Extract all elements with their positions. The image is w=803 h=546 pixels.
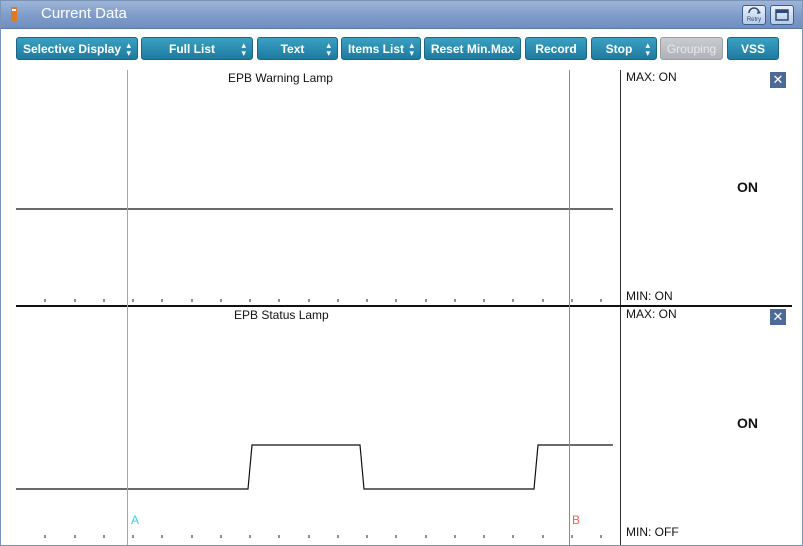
- close-panel-button[interactable]: ✕: [770, 309, 786, 325]
- toolbar: Selective Display ▴ ▾ Full List ▴ ▾ Text ▴ ▾ I…: [1, 29, 802, 69]
- selective-display-button[interactable]: Selective Display ▴ ▾: [16, 37, 138, 60]
- retry-button[interactable]: Retry: [742, 5, 766, 25]
- value-side-panel: MAX: ON ON MIN: OFF ✕: [621, 307, 792, 545]
- min-label: MIN: ON: [626, 289, 673, 303]
- current-data-window: Current Data Retry Selective Display ▴ ▾ F…: [0, 0, 803, 546]
- signal-trace: [16, 444, 613, 490]
- record-button[interactable]: Record: [525, 37, 587, 60]
- time-ticks: [44, 299, 602, 302]
- max-label: MAX: ON: [626, 307, 677, 321]
- grouping-button[interactable]: Grouping: [660, 37, 723, 60]
- stop-button[interactable]: Stop ▴ ▾: [591, 37, 657, 60]
- current-value: ON: [737, 179, 758, 195]
- window-title: Current Data: [41, 5, 127, 22]
- app-icon: [11, 7, 17, 21]
- cursor-b-label: B: [572, 513, 581, 527]
- full-list-button[interactable]: Full List ▴ ▾: [141, 37, 253, 60]
- waveform-plot: [16, 208, 613, 302]
- maximize-button[interactable]: [770, 5, 794, 25]
- vss-button[interactable]: VSS: [727, 37, 779, 60]
- value-side-panel: MAX: ON ON MIN: ON ✕: [621, 70, 792, 305]
- retry-icon: Retry: [747, 7, 761, 23]
- max-label: MAX: ON: [626, 70, 677, 84]
- reset-min-max-button[interactable]: Reset Min.Max: [424, 37, 521, 60]
- updown-icon: ▴ ▾: [326, 40, 331, 58]
- waveform-plot: [16, 444, 613, 538]
- close-icon: ✕: [772, 72, 784, 87]
- graph-area: EPB Status Lamp: [16, 307, 621, 545]
- maximize-icon: [775, 9, 789, 21]
- cursor-a-line[interactable]: [127, 70, 128, 545]
- graph-panel-epb-status-lamp: EPB Status Lamp MAX: ON ON MIN: OFF ✕: [16, 307, 792, 545]
- text-mode-button[interactable]: Text ▴ ▾: [257, 37, 338, 60]
- time-ticks: [44, 535, 602, 538]
- updown-icon: ▴ ▾: [241, 40, 246, 58]
- close-panel-button[interactable]: ✕: [770, 72, 786, 88]
- updown-icon: ▴ ▾: [409, 40, 414, 58]
- current-value: ON: [737, 415, 758, 431]
- cursor-b-line[interactable]: [569, 70, 570, 545]
- updown-icon: ▴ ▾: [645, 40, 650, 58]
- items-list-button[interactable]: Items List ▴ ▾: [341, 37, 421, 60]
- graph-panel-epb-warning-lamp: EPB Warning Lamp MAX: ON ON MIN: ON ✕: [16, 70, 792, 305]
- title-bar: Current Data Retry: [1, 1, 802, 29]
- updown-icon: ▴ ▾: [126, 40, 131, 58]
- close-icon: ✕: [772, 309, 784, 324]
- cursor-a-label: A: [131, 513, 140, 527]
- svg-text:Retry: Retry: [747, 17, 761, 23]
- min-label: MIN: OFF: [626, 525, 679, 539]
- graph-area: EPB Warning Lamp: [16, 70, 621, 305]
